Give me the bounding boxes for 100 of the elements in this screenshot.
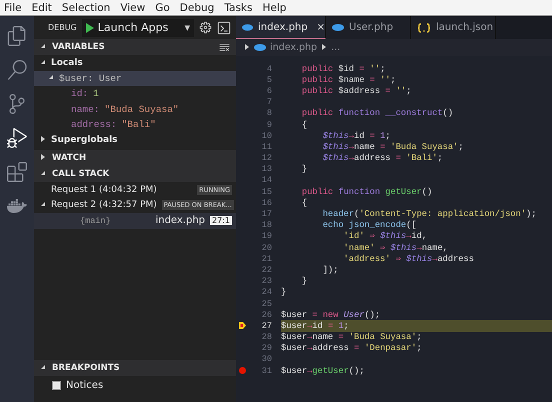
code-line: { xyxy=(300,198,308,208)
code-line: } xyxy=(300,276,308,286)
debug-label: DEBUG xyxy=(48,23,77,32)
php-file-icon xyxy=(332,24,344,31)
code-line: } xyxy=(281,287,286,298)
menu-item[interactable]: Selection xyxy=(62,2,110,14)
editor-tab[interactable]: index.php × xyxy=(236,16,326,39)
line-number: 13 xyxy=(260,164,272,174)
breadcrumb-item[interactable]: ... xyxy=(331,42,340,53)
extensions-icon[interactable] xyxy=(7,162,27,182)
breakpoint-icon[interactable] xyxy=(239,367,246,374)
collapsed-icon[interactable] xyxy=(321,44,328,52)
collapsed-icon[interactable] xyxy=(40,136,46,144)
property-row[interactable]: id: 1 xyxy=(34,86,236,102)
line-number: 20 xyxy=(260,242,272,253)
line-number: 8 xyxy=(266,108,272,118)
line-number: 12 xyxy=(260,153,272,164)
stack-frame-row[interactable]: {main} index.php 27:1 xyxy=(34,213,236,228)
expanded-icon[interactable] xyxy=(40,170,46,178)
variable-row[interactable]: $user: User xyxy=(34,70,236,86)
code-line: header('Content-Type: application/json'); xyxy=(322,209,536,220)
menu-item[interactable]: Go xyxy=(155,2,170,14)
breakpoint-label: Notices xyxy=(66,380,104,390)
close-icon[interactable]: × xyxy=(316,22,325,32)
line-number: 21 xyxy=(260,254,272,264)
checkbox[interactable] xyxy=(52,380,61,390)
menu-item[interactable]: Edit xyxy=(32,2,52,14)
code-line: $user→name = 'Buda Suyasa'; xyxy=(281,332,422,342)
code-line: $this→name = 'Buda Suyasa'; xyxy=(322,142,464,152)
line-number: 16 xyxy=(260,198,272,208)
line-number: 11 xyxy=(260,142,272,152)
code-line: public $address = ''; xyxy=(300,86,412,96)
breadcrumb-item[interactable]: index.php xyxy=(270,42,318,53)
menu-item[interactable]: File xyxy=(4,2,22,14)
section-header[interactable]: VARIABLES xyxy=(34,39,236,55)
line-number: 14 xyxy=(260,175,272,186)
php-file-icon xyxy=(254,44,266,51)
expanded-icon[interactable] xyxy=(40,364,46,372)
code-line: 'name' ⇒ $this→name, xyxy=(342,242,448,253)
menu-item[interactable]: Help xyxy=(262,2,286,14)
whale-icon[interactable] xyxy=(7,196,27,216)
line-number: 9 xyxy=(266,120,272,130)
code-line: public function __construct() xyxy=(300,108,454,118)
scope-row[interactable]: Superglobals xyxy=(34,132,236,148)
code-line: public function getUser() xyxy=(300,186,432,197)
line-number: 22 xyxy=(260,264,272,275)
code-line: $user→id = 1; xyxy=(281,320,349,331)
scope-row[interactable]: Locals xyxy=(34,55,236,70)
line-number: 23 xyxy=(260,276,272,286)
property-row[interactable]: name: "Buda Suyasa" xyxy=(34,102,236,117)
code-line: public $id = ''; xyxy=(300,64,386,74)
section-header[interactable]: BREAKPOINTS xyxy=(34,360,236,376)
code-line: ]); xyxy=(322,264,338,275)
line-number: 6 xyxy=(266,86,272,96)
line-number: 26 xyxy=(260,310,272,320)
section-header[interactable]: CALL STACK xyxy=(34,166,236,182)
line-number: 4 xyxy=(266,64,272,74)
collapse-all-icon[interactable] xyxy=(219,42,230,52)
menu-item[interactable]: Tasks xyxy=(224,2,252,14)
line-number: 19 xyxy=(260,231,272,242)
line-number: 7 xyxy=(266,97,272,108)
menu-item[interactable]: View xyxy=(120,2,146,14)
line-number: 31 xyxy=(260,366,272,376)
line-number: 29 xyxy=(260,343,272,354)
code-line: $user→getUser(); xyxy=(281,366,364,376)
editor-tab[interactable]: User.php xyxy=(326,16,411,39)
play-icon[interactable] xyxy=(86,22,94,32)
line-number: 5 xyxy=(266,74,272,85)
current-line-icon xyxy=(239,322,246,330)
search-icon[interactable] xyxy=(7,60,27,80)
line-number: 27 xyxy=(260,320,272,331)
line-number: 28 xyxy=(260,332,272,342)
menu-item[interactable]: Debug xyxy=(180,2,214,14)
position-label: 27:1 xyxy=(210,216,232,226)
line-number: 17 xyxy=(260,209,272,220)
collapsed-icon[interactable] xyxy=(40,154,46,162)
code-line: public $name = ''; xyxy=(300,74,396,85)
debug-icon[interactable] xyxy=(7,128,27,148)
section-header[interactable]: WATCH xyxy=(34,150,236,166)
code-line: $this→address = 'Bali'; xyxy=(322,153,443,164)
code-line: $user→address = 'Denpasar'; xyxy=(281,343,422,354)
code-line: } xyxy=(300,164,308,174)
php-file-icon xyxy=(242,24,254,30)
code-line: $this→id = 1; xyxy=(322,130,391,141)
collapsed-icon[interactable] xyxy=(244,44,250,52)
line-number: 24 xyxy=(260,287,272,298)
editor-tab[interactable]: launch.json xyxy=(411,16,496,39)
source-control-icon[interactable] xyxy=(7,94,27,114)
line-number: 30 xyxy=(260,354,272,364)
property-row[interactable]: address: "Bali" xyxy=(34,117,236,132)
terminal-icon[interactable] xyxy=(217,20,231,34)
code-line: 'address' ⇒ $this→address xyxy=(342,254,474,264)
code-line: { xyxy=(300,120,308,130)
braces-icon xyxy=(417,22,431,32)
files-icon[interactable] xyxy=(7,26,27,46)
code-line: 'id' ⇒ $this→id, xyxy=(342,231,428,242)
line-number: 18 xyxy=(260,220,272,230)
settings-icon[interactable] xyxy=(199,21,212,34)
code-line: echo json_encode([ xyxy=(322,220,417,230)
line-number: 25 xyxy=(260,298,272,309)
